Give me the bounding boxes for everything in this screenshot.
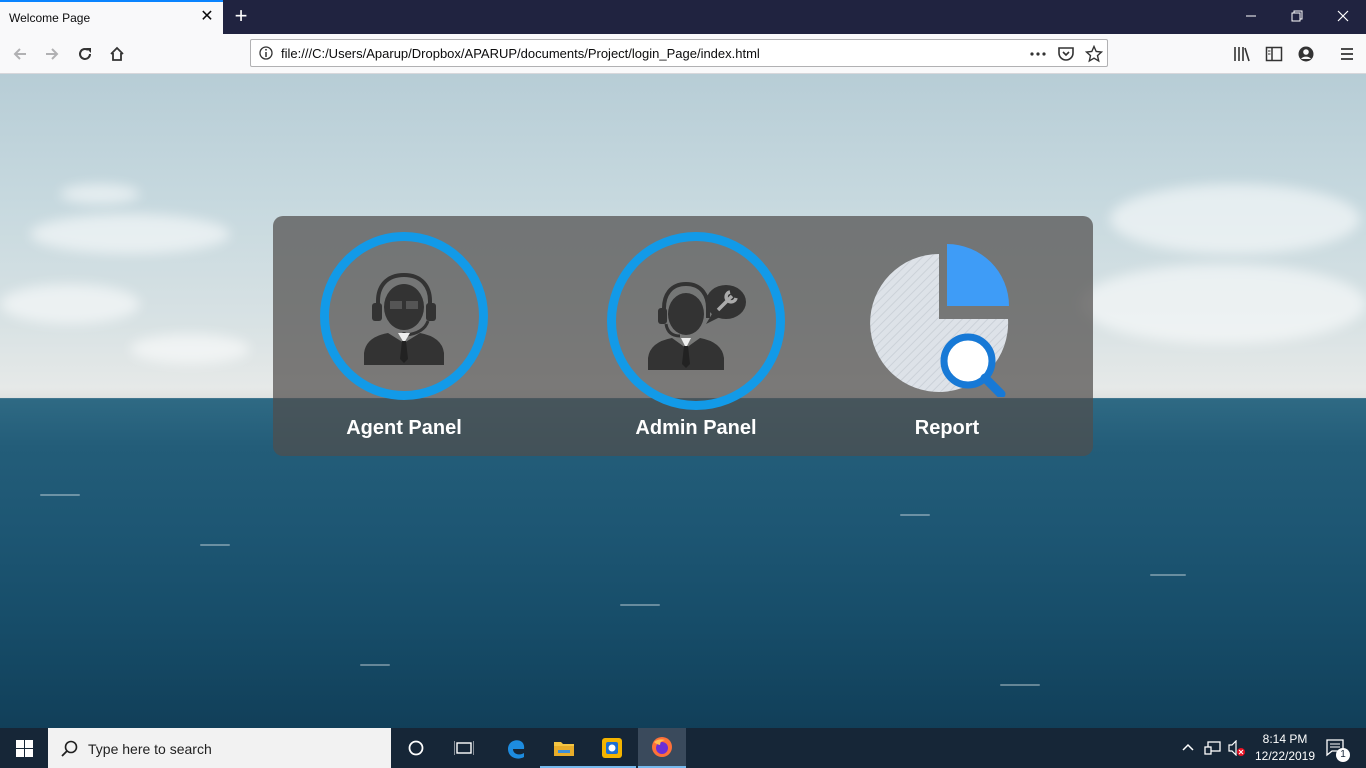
forward-button[interactable] [37, 39, 67, 69]
agent-icon [364, 273, 444, 365]
pocket-icon[interactable] [1057, 45, 1075, 63]
account-icon[interactable] [1297, 45, 1315, 63]
edge-button[interactable] [492, 728, 540, 768]
wave-highlight [620, 604, 660, 606]
close-icon [1337, 10, 1349, 22]
cloud [0, 284, 140, 324]
wave-highlight [1150, 574, 1186, 576]
cortana-button[interactable] [392, 728, 440, 768]
star-icon[interactable] [1085, 45, 1103, 63]
tab-strip: Welcome Page ✕ + [0, 0, 1366, 34]
network-icon[interactable] [1204, 740, 1222, 756]
agent-panel-label[interactable]: Agent Panel [319, 417, 489, 440]
task-view-icon [454, 741, 474, 755]
navigation-toolbar: file:///C:/Users/Aparup/Dropbox/APARUP/d… [0, 34, 1366, 74]
report-card[interactable]: Report [865, 242, 1029, 442]
task-view-button[interactable] [440, 728, 488, 768]
cloud [1080, 264, 1366, 344]
restore-icon [1291, 10, 1303, 22]
url-text[interactable]: file:///C:/Users/Aparup/Dropbox/APARUP/d… [281, 46, 760, 61]
wave-highlight [200, 544, 230, 546]
minimize-icon [1246, 15, 1256, 17]
store-app-button[interactable] [588, 728, 636, 768]
edge-icon [508, 740, 525, 759]
admin-panel-label[interactable]: Admin Panel [607, 417, 785, 440]
volume-muted-icon[interactable] [1228, 740, 1246, 756]
firefox-button[interactable] [638, 728, 686, 768]
wave-highlight [40, 494, 80, 496]
file-explorer-icon [554, 742, 574, 756]
report-label[interactable]: Report [865, 417, 1029, 440]
search-icon [61, 740, 78, 757]
wave-highlight [360, 664, 390, 666]
page-viewport: Agent Panel Admin Panel Report [0, 74, 1366, 728]
cloud [130, 334, 250, 364]
cortana-icon [408, 740, 424, 756]
tab-close-icon[interactable]: ✕ [198, 8, 216, 26]
sidebar-icon[interactable] [1265, 45, 1283, 63]
home-icon [110, 46, 124, 61]
clock-date: 12/22/2019 [1254, 749, 1316, 763]
active-tab[interactable]: Welcome Page ✕ [0, 0, 223, 34]
action-center-button[interactable]: 1 [1322, 728, 1362, 768]
start-button[interactable] [0, 728, 48, 768]
clock[interactable]: 8:14 PM 12/22/2019 [1250, 728, 1320, 768]
file-explorer-button[interactable] [540, 728, 588, 768]
back-icon [13, 48, 26, 60]
chevron-up-icon[interactable] [1182, 742, 1194, 752]
cloud [60, 184, 140, 204]
taskbar: Type here to search 8:14 PM 12/22/2019 1 [0, 728, 1366, 768]
minimize-button[interactable] [1228, 0, 1274, 32]
navigation-panel: Agent Panel Admin Panel Report [273, 216, 1093, 456]
search-placeholder[interactable]: Type here to search [88, 741, 212, 757]
back-button[interactable] [5, 39, 35, 69]
url-bar[interactable]: file:///C:/Users/Aparup/Dropbox/APARUP/d… [250, 39, 1108, 67]
info-icon[interactable] [259, 46, 273, 60]
report-icon [870, 244, 1009, 397]
menu-icon[interactable] [1338, 45, 1356, 63]
admin-icon [648, 282, 746, 370]
cloud [1110, 184, 1360, 254]
new-tab-button[interactable]: + [230, 4, 252, 28]
home-button[interactable] [102, 39, 132, 69]
admin-panel-card[interactable]: Admin Panel [607, 232, 785, 442]
reload-icon [79, 48, 91, 60]
tab-title: Welcome Page [9, 11, 91, 25]
store-app-icon [602, 738, 622, 758]
reload-button[interactable] [70, 39, 100, 69]
more-icon[interactable] [1029, 45, 1047, 63]
cloud [30, 214, 230, 254]
library-icon[interactable] [1233, 45, 1251, 63]
close-window-button[interactable] [1320, 0, 1366, 32]
wave-highlight [1000, 684, 1040, 686]
forward-icon [46, 48, 59, 60]
restore-button[interactable] [1274, 0, 1320, 32]
wave-highlight [900, 514, 930, 516]
notification-badge: 1 [1336, 748, 1350, 762]
windows-icon [16, 740, 33, 757]
clock-time: 8:14 PM [1262, 732, 1308, 746]
taskbar-search[interactable]: Type here to search [48, 728, 391, 768]
agent-panel-card[interactable]: Agent Panel [319, 232, 489, 442]
firefox-icon [652, 737, 672, 757]
